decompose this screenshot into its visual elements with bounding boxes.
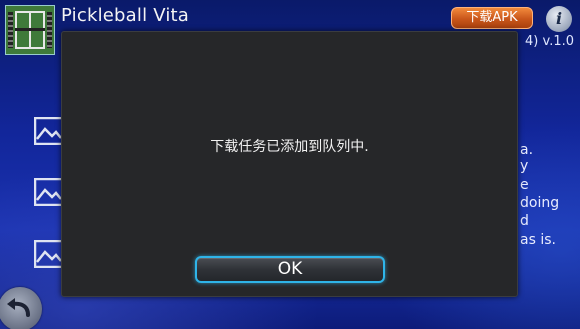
back-arrow-icon [7, 298, 30, 317]
pickleball-court-icon [5, 5, 55, 55]
description-line: doing [520, 195, 560, 211]
description-line: d [520, 213, 529, 229]
description-line: e [520, 177, 529, 193]
dialog-message: 下载任务已添加到队列中. [210, 139, 369, 155]
download-apk-button[interactable]: 下载APK [451, 7, 533, 29]
image-placeholder-icon [34, 117, 64, 145]
screen: Pickleball Vita 4) v.1.0 下载APK i a. y e … [0, 0, 580, 329]
description-line: a. [520, 142, 534, 158]
ok-button[interactable]: OK [195, 256, 385, 283]
description-line: as is. [520, 232, 556, 248]
version-text: 4) v.1.0 [525, 34, 574, 49]
description-line: y [520, 158, 529, 174]
image-placeholder-icon [34, 240, 64, 268]
back-button[interactable] [0, 287, 42, 329]
image-placeholder-icon [34, 178, 64, 206]
app-title: Pickleball Vita [61, 5, 190, 26]
message-dialog: 下载任务已添加到队列中. OK [61, 31, 518, 297]
info-icon[interactable]: i [546, 6, 572, 32]
